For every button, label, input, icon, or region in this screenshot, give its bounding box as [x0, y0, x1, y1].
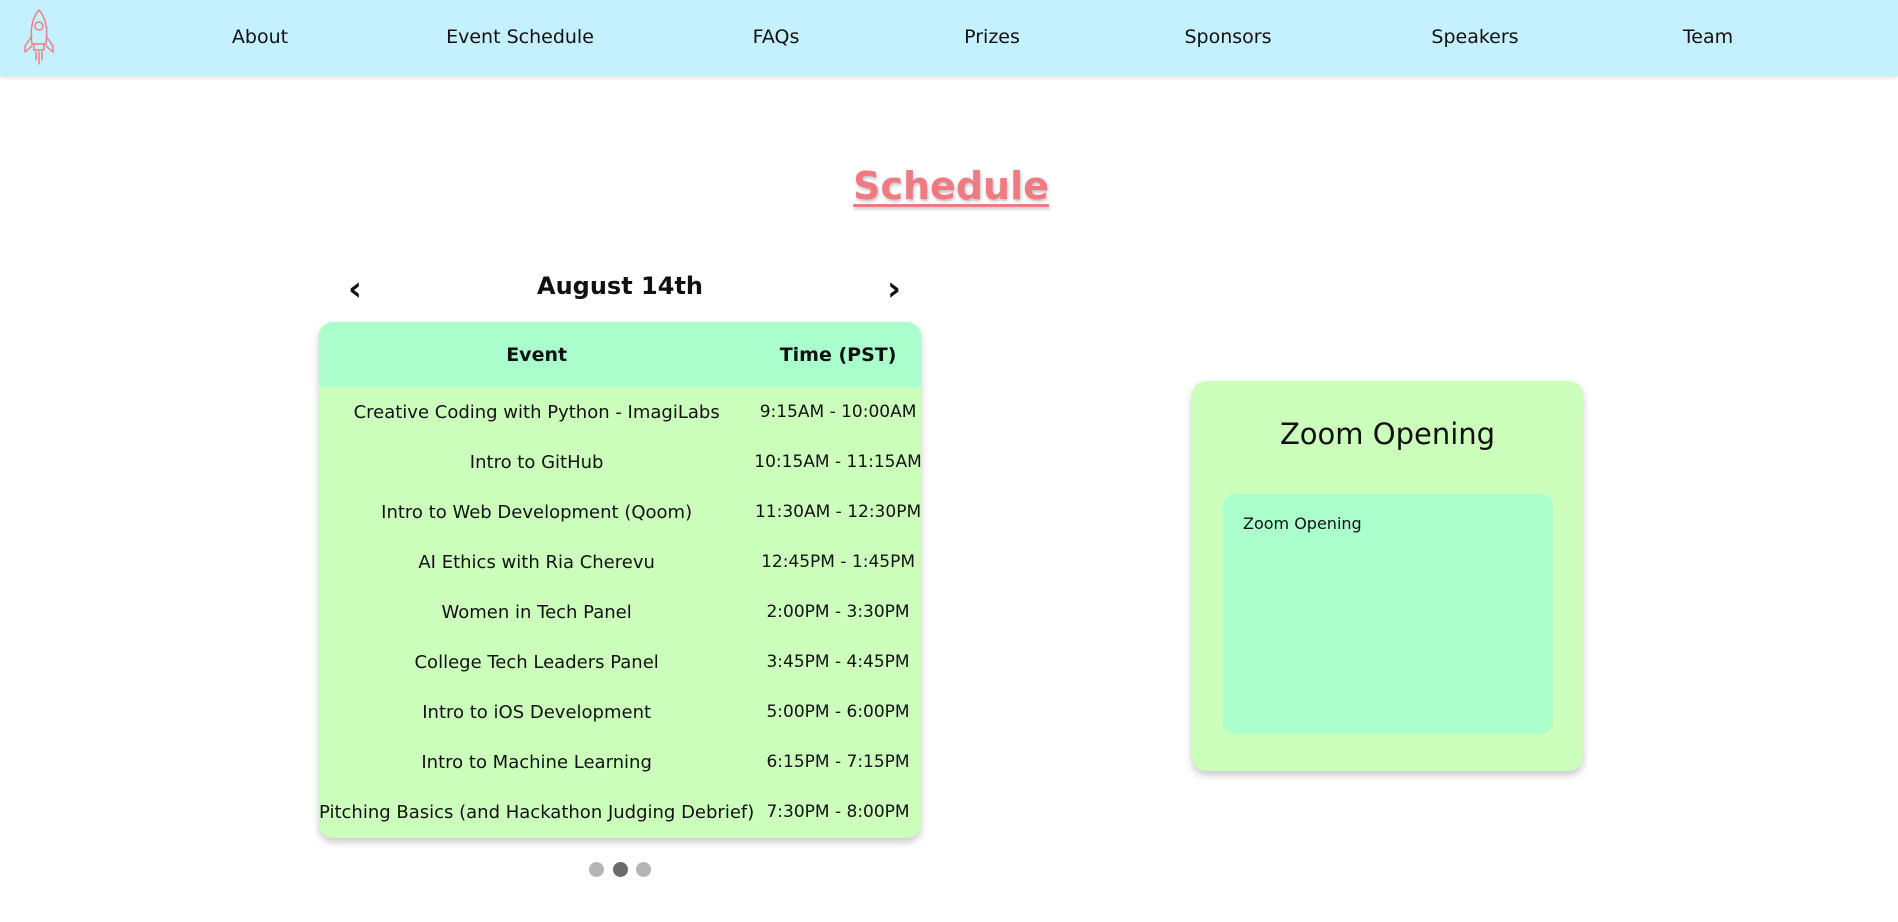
event-time: 5:00PM - 6:00PM: [766, 702, 910, 722]
schedule-card: Event Time (PST) Creative Coding with Py…: [319, 322, 921, 838]
event-time: 7:30PM - 8:00PM: [766, 802, 910, 822]
event-time: 3:45PM - 4:45PM: [766, 652, 910, 672]
event-name: AI Ethics with Ria Cherevu: [418, 551, 655, 573]
schedule-table: Event Time (PST) Creative Coding with Py…: [319, 322, 921, 837]
nav-sponsors[interactable]: Sponsors: [1184, 26, 1271, 48]
pager-dot-3[interactable]: [636, 862, 651, 877]
column-header-time: Time (PST): [779, 343, 897, 366]
event-name: Intro to Machine Learning: [421, 751, 652, 773]
event-time: 11:30AM - 12:30PM: [754, 502, 921, 522]
zoom-card: Zoom Opening Zoom Opening: [1192, 381, 1583, 771]
event-name: Women in Tech Panel: [441, 601, 632, 623]
event-time: 6:15PM - 7:15PM: [766, 752, 910, 772]
table-row: Intro to iOS Development 5:00PM - 6:00PM: [319, 687, 921, 737]
chevron-left-icon[interactable]: ‹: [348, 272, 362, 306]
table-row: Intro to Machine Learning 6:15PM - 7:15P…: [319, 737, 921, 787]
table-row: Pitching Basics (and Hackathon Judging D…: [319, 787, 921, 837]
page-title: Schedule: [853, 164, 1049, 208]
table-header-row: Event Time (PST): [319, 322, 921, 387]
table-row: College Tech Leaders Panel 3:45PM - 4:45…: [319, 637, 921, 687]
nav-event-schedule[interactable]: Event Schedule: [446, 26, 594, 48]
event-time: 2:00PM - 3:30PM: [766, 602, 910, 622]
event-name: Intro to Web Development (Qoom): [381, 501, 693, 523]
top-navbar: About Event Schedule FAQs Prizes Sponsor…: [0, 0, 1898, 76]
event-time: 10:15AM - 11:15AM: [754, 452, 921, 472]
event-name: Intro to GitHub: [469, 451, 604, 473]
chevron-right-icon[interactable]: ›: [887, 272, 901, 306]
zoom-details-text: Zoom Opening: [1243, 514, 1362, 533]
event-time: 12:45PM - 1:45PM: [761, 552, 916, 572]
table-row: Women in Tech Panel 2:00PM - 3:30PM: [319, 587, 921, 637]
zoom-details-box: Zoom Opening: [1223, 494, 1553, 734]
nav-faqs[interactable]: FAQs: [753, 26, 800, 48]
event-name: Pitching Basics (and Hackathon Judging D…: [319, 801, 755, 823]
column-header-event: Event: [506, 343, 568, 366]
event-time: 9:15AM - 10:00AM: [759, 402, 917, 422]
main-nav: About Event Schedule FAQs Prizes Sponsor…: [0, 0, 1898, 76]
table-row: Intro to GitHub 10:15AM - 11:15AM: [319, 437, 921, 487]
table-row: Creative Coding with Python - ImagiLabs …: [319, 387, 921, 437]
event-name: College Tech Leaders Panel: [414, 651, 659, 673]
nav-prizes[interactable]: Prizes: [964, 26, 1020, 48]
event-name: Intro to iOS Development: [422, 701, 652, 723]
nav-about[interactable]: About: [232, 26, 288, 48]
nav-speakers[interactable]: Speakers: [1431, 26, 1518, 48]
nav-team[interactable]: Team: [1683, 26, 1733, 48]
table-row: AI Ethics with Ria Cherevu 12:45PM - 1:4…: [319, 537, 921, 587]
day-title: August 14th: [537, 272, 703, 300]
event-name: Creative Coding with Python - ImagiLabs: [353, 401, 720, 423]
pager-dot-1[interactable]: [589, 862, 604, 877]
carousel-pager: [589, 862, 653, 878]
pager-dot-2[interactable]: [613, 862, 628, 877]
table-row: Intro to Web Development (Qoom) 11:30AM …: [319, 487, 921, 537]
zoom-title: Zoom Opening: [1279, 417, 1496, 451]
